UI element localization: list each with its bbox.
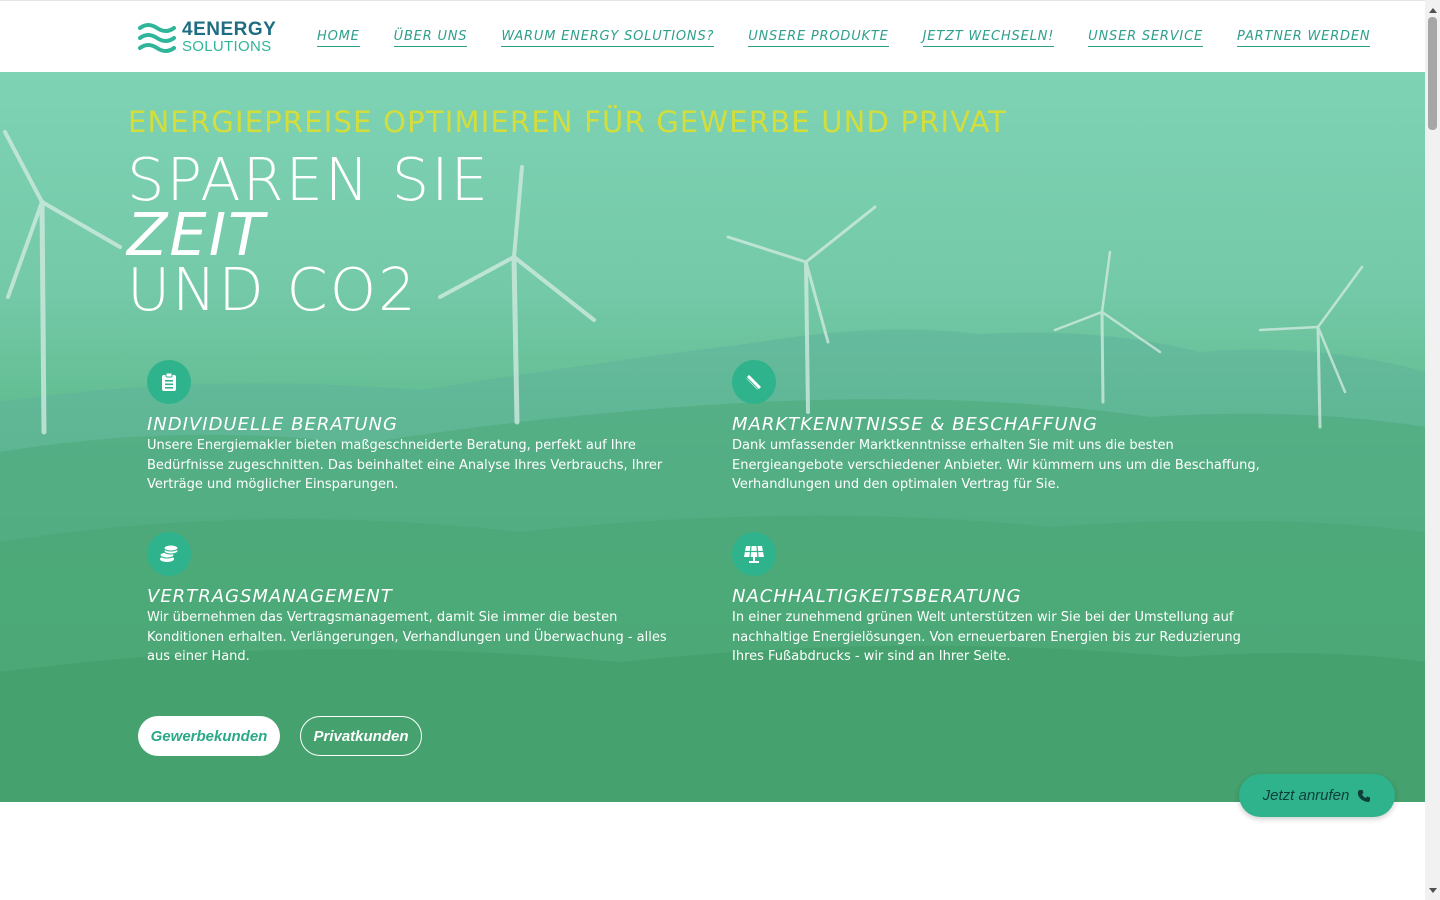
- privatkunden-button[interactable]: Privatkunden: [300, 716, 422, 756]
- pencil-ruler-icon: [732, 360, 776, 404]
- call-now-label: Jetzt anrufen: [1262, 787, 1350, 804]
- feature-individuelle-beratung: INDIVIDUELLE BERATUNG Unsere Energiemakl…: [147, 360, 687, 495]
- clipboard-list-icon: [147, 360, 191, 404]
- scroll-up-arrow-icon[interactable]: [1425, 2, 1440, 17]
- headline-line-3: UND CO2: [127, 255, 418, 324]
- solar-panel-icon: [732, 532, 776, 576]
- waves-logo-icon: [138, 23, 176, 53]
- feature-title: NACHHALTIGKEITSBERATUNG: [732, 586, 1022, 607]
- feature-nachhaltigkeitsberatung: NACHHALTIGKEITSBERATUNG In einer zunehme…: [732, 532, 1272, 667]
- feature-title: MARKTKENNTNISSE & BESCHAFFUNG: [732, 414, 1098, 435]
- phone-icon: [1358, 789, 1371, 802]
- feature-title: VERTRAGSMANAGEMENT: [147, 586, 393, 607]
- main-nav: HOME ÜBER UNS WARUM ENERGY SOLUTIONS? UN…: [317, 29, 1371, 47]
- site-header: 4ENERGY SOLUTIONS HOME ÜBER UNS WARUM EN…: [0, 0, 1425, 72]
- logo-name: 4ENERGY: [182, 19, 277, 40]
- nav-produkte[interactable]: UNSERE PRODUKTE: [748, 29, 889, 47]
- scroll-down-arrow-icon[interactable]: [1425, 883, 1440, 898]
- nav-partner[interactable]: PARTNER WERDEN: [1236, 29, 1371, 47]
- hero-section: ENERGIEPREISE OPTIMIEREN FÜR GEWERBE UND…: [0, 72, 1425, 802]
- headline-line-1: SPAREN SIE: [127, 145, 490, 214]
- gewerbekunden-button[interactable]: Gewerbekunden: [138, 716, 280, 756]
- feature-text: Unsere Energiemakler bieten maßgeschneid…: [147, 438, 663, 492]
- hero-headline: SPAREN SIE ZEIT UND CO2: [127, 145, 490, 324]
- page-scrollbar[interactable]: [1425, 0, 1440, 900]
- nav-wechseln[interactable]: JETZT WECHSELN!: [922, 29, 1055, 47]
- logo-subname: SOLUTIONS: [182, 38, 272, 55]
- feature-text: Wir übernehmen das Vertragsmanagement, d…: [147, 610, 667, 664]
- coins-icon: [147, 532, 191, 576]
- feature-title: INDIVIDUELLE BERATUNG: [147, 414, 398, 435]
- feature-text: In einer zunehmend grünen Welt unterstüt…: [732, 610, 1241, 664]
- logo[interactable]: 4ENERGY SOLUTIONS: [138, 19, 276, 57]
- feature-text: Dank umfassender Marktkenntnisse erhalte…: [732, 438, 1260, 492]
- headline-line-2: ZEIT: [127, 200, 267, 269]
- nav-home[interactable]: HOME: [317, 29, 360, 47]
- nav-service[interactable]: UNSER SERVICE: [1088, 29, 1203, 47]
- scrollbar-thumb[interactable]: [1428, 17, 1437, 130]
- nav-warum[interactable]: WARUM ENERGY SOLUTIONS?: [501, 29, 715, 47]
- call-now-button[interactable]: Jetzt anrufen: [1239, 774, 1395, 817]
- nav-ueber-uns[interactable]: ÜBER UNS: [393, 29, 468, 47]
- feature-vertragsmanagement: VERTRAGSMANAGEMENT Wir übernehmen das Ve…: [147, 532, 687, 667]
- hero-kicker: ENERGIEPREISE OPTIMIEREN FÜR GEWERBE UND…: [128, 105, 1008, 139]
- feature-marktkenntnisse: MARKTKENNTNISSE & BESCHAFFUNG Dank umfas…: [732, 360, 1272, 495]
